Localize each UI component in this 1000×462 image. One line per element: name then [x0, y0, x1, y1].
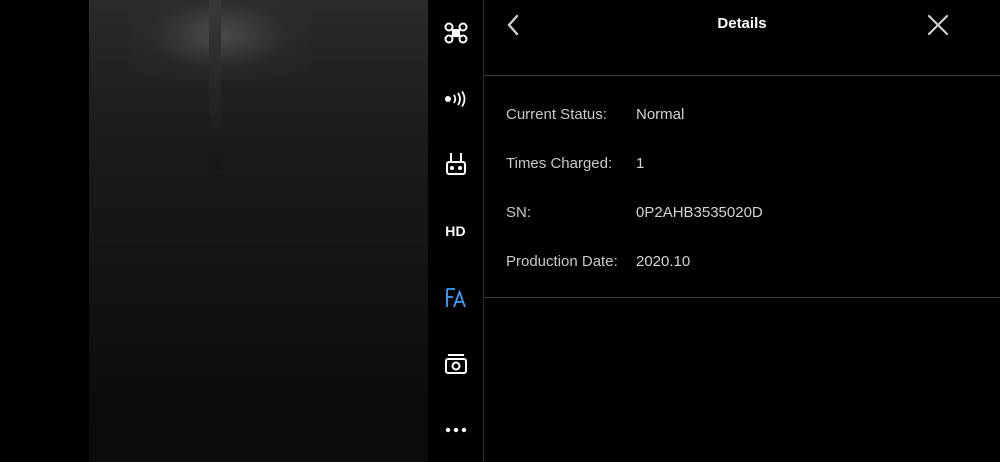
- detail-value: Normal: [636, 106, 685, 123]
- details-header: Details: [484, 0, 1000, 75]
- details-divider: [484, 297, 1000, 298]
- detail-value: 0P2AHB3535020D: [636, 204, 763, 221]
- detail-label: Current Status:: [506, 106, 607, 123]
- hd-icon: HD: [445, 223, 466, 239]
- sidebar-item-remote[interactable]: [428, 146, 483, 182]
- sidebar-item-camera[interactable]: [428, 346, 483, 382]
- details-panel: Details Current Status: Normal Times Cha…: [484, 0, 1000, 462]
- drone-icon: [444, 22, 467, 44]
- sidebar-item-exposure[interactable]: [428, 280, 483, 316]
- close-icon: [927, 14, 949, 36]
- signal-broadcast-icon: [444, 91, 465, 107]
- sidebar: HD: [428, 0, 484, 462]
- detail-value: 1: [636, 155, 645, 172]
- exposure-af-icon: [445, 288, 466, 308]
- sidebar-item-transmission[interactable]: [428, 81, 483, 117]
- feed-beam: [209, 0, 221, 170]
- camera-icon: [444, 354, 467, 374]
- close-button[interactable]: [922, 9, 954, 41]
- more-icon: [445, 427, 466, 433]
- header-divider: [484, 75, 1000, 76]
- camera-feed[interactable]: [89, 0, 428, 462]
- sidebar-item-hd[interactable]: HD: [428, 213, 483, 249]
- app-screen: HD Details Current Status: Normal Times …: [0, 0, 1000, 462]
- feed-shade: [89, 250, 428, 462]
- sidebar-item-aircraft[interactable]: [428, 15, 483, 51]
- sidebar-item-more[interactable]: [428, 412, 483, 448]
- detail-label: SN:: [506, 204, 532, 221]
- detail-label: Production Date:: [506, 253, 618, 270]
- detail-value: 2020.10: [636, 253, 691, 270]
- remote-controller-icon: [445, 153, 466, 175]
- detail-label: Times Charged:: [506, 155, 613, 172]
